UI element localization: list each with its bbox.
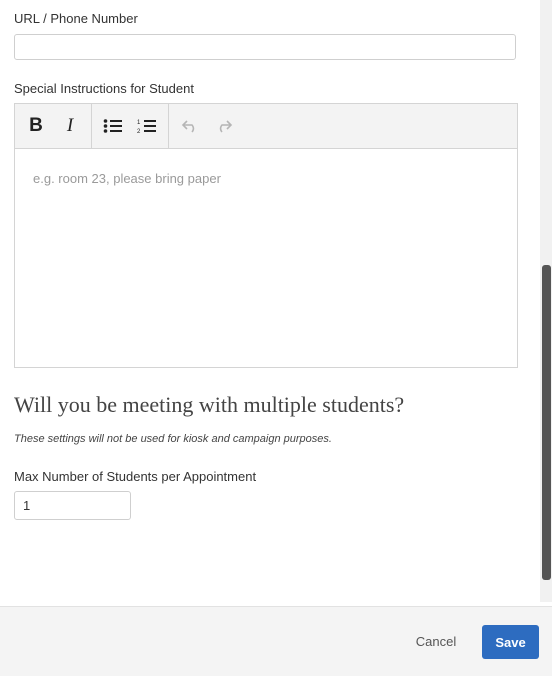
redo-icon bbox=[219, 120, 233, 133]
bold-button[interactable]: B bbox=[19, 109, 53, 143]
list-group: 1 2 bbox=[92, 104, 169, 148]
numbered-list-icon: 1 2 bbox=[137, 120, 156, 134]
history-group bbox=[169, 104, 245, 148]
scrollbar-thumb[interactable] bbox=[542, 265, 551, 580]
max-students-input[interactable] bbox=[14, 491, 131, 520]
cancel-button[interactable]: Cancel bbox=[402, 624, 470, 658]
svg-text:2: 2 bbox=[137, 129, 141, 134]
scrollbar-track[interactable] bbox=[540, 0, 552, 602]
bullet-list-button[interactable] bbox=[96, 109, 130, 143]
editor-content-area[interactable]: e.g. room 23, please bring paper bbox=[15, 149, 517, 208]
editor-placeholder: e.g. room 23, please bring paper bbox=[33, 171, 221, 186]
italic-button[interactable]: I bbox=[53, 109, 87, 143]
numbered-list-button[interactable]: 1 2 bbox=[130, 109, 164, 143]
max-students-label: Max Number of Students per Appointment bbox=[14, 469, 257, 484]
undo-icon bbox=[181, 120, 195, 133]
editor-toolbar: B I 1 2 bbox=[15, 104, 517, 149]
bullet-list-icon bbox=[103, 119, 122, 133]
save-button[interactable]: Save bbox=[482, 625, 539, 659]
redo-button[interactable] bbox=[207, 109, 241, 143]
instructions-label: Special Instructions for Student bbox=[14, 81, 194, 96]
url-phone-input[interactable] bbox=[14, 34, 516, 60]
italic-icon: I bbox=[66, 115, 74, 136]
kiosk-note: These settings will not be used for kios… bbox=[14, 433, 332, 445]
rich-text-editor: B I 1 2 e.g. room 23, please bring paper bbox=[14, 103, 518, 368]
multiple-students-heading: Will you be meeting with multiple studen… bbox=[14, 392, 405, 417]
svg-text:1: 1 bbox=[137, 120, 141, 126]
undo-button[interactable] bbox=[173, 109, 207, 143]
format-group: B I bbox=[15, 104, 92, 148]
bold-icon: B bbox=[29, 115, 43, 136]
url-field-label: URL / Phone Number bbox=[14, 11, 138, 26]
